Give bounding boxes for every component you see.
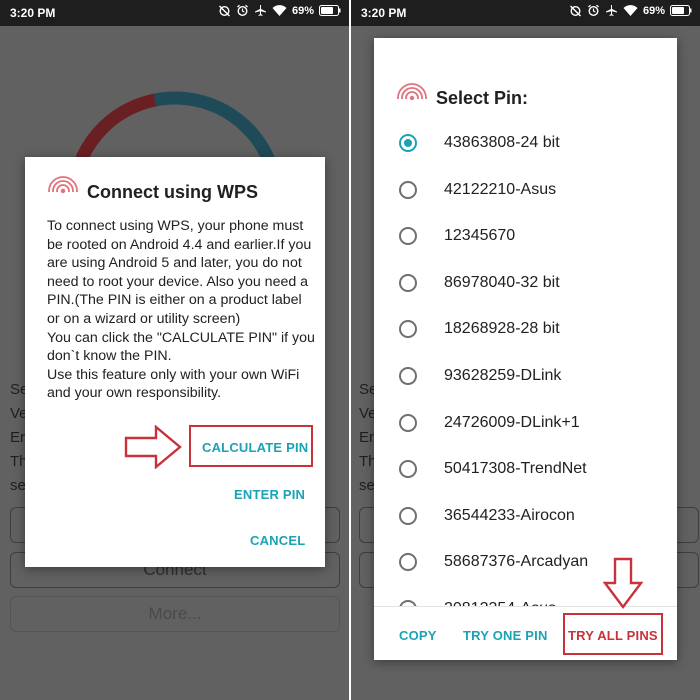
dialog-title: Select Pin: bbox=[436, 88, 529, 108]
pin-item[interactable]: 36544233-Airocon bbox=[374, 493, 677, 539]
bg-text-line: se bbox=[359, 477, 375, 494]
status-icons: 69% bbox=[569, 4, 692, 17]
calculate-pin-button[interactable]: CALCULATE PIN bbox=[202, 440, 308, 455]
radio-button[interactable] bbox=[399, 553, 417, 571]
dialog-action-bar: COPY TRY ONE PIN TRY ALL PINS bbox=[374, 606, 677, 660]
right-screen: 3:20 PM 69% Se Ve Er Th se Select Pin: 4… bbox=[351, 0, 700, 700]
status-time: 3:20 PM bbox=[10, 6, 56, 20]
wps-icon bbox=[47, 176, 79, 207]
wps-dialog: Connect using WPS To connect using WPS, … bbox=[25, 157, 325, 567]
pin-item[interactable]: 50417308-TrendNet bbox=[374, 446, 677, 492]
battery-percent: 69% bbox=[291, 4, 314, 17]
radio-button[interactable] bbox=[399, 274, 417, 292]
status-bar: 3:20 PM 69% bbox=[0, 0, 349, 26]
pin-label: 42122210-Asus bbox=[444, 181, 557, 198]
pin-item[interactable]: 24726009-DLink+1 bbox=[374, 400, 677, 446]
more-button[interactable]: More... bbox=[10, 596, 340, 632]
try-one-pin-button[interactable]: TRY ONE PIN bbox=[463, 628, 548, 643]
status-icons: 69% bbox=[218, 4, 341, 17]
arrow-right-icon bbox=[124, 425, 182, 469]
bg-text-line: Er bbox=[10, 429, 25, 446]
left-screen: 3:20 PM 69% Se Ve Er Th se Connect More.… bbox=[0, 0, 349, 700]
alarm-off-icon bbox=[218, 5, 230, 17]
pin-label: 50417308-TrendNet bbox=[444, 460, 587, 477]
pin-label: 18268928-28 bit bbox=[444, 320, 560, 337]
pin-item[interactable]: 42122210-Asus bbox=[374, 167, 677, 213]
bg-text-line: Er bbox=[359, 429, 374, 446]
pin-item[interactable]: 12345670 bbox=[374, 213, 677, 259]
pin-label: 86978040-32 bit bbox=[444, 274, 560, 291]
radio-button[interactable] bbox=[399, 507, 417, 525]
status-time: 3:20 PM bbox=[361, 6, 407, 20]
radio-button[interactable] bbox=[399, 367, 417, 385]
pin-item[interactable]: 86978040-32 bit bbox=[374, 260, 677, 306]
battery-icon bbox=[319, 5, 341, 16]
alarm-icon bbox=[588, 4, 599, 17]
bg-text-line: se bbox=[10, 477, 26, 494]
enter-pin-button[interactable]: ENTER PIN bbox=[234, 487, 305, 502]
airplane-icon bbox=[254, 5, 266, 16]
wifi-icon bbox=[623, 5, 638, 16]
pin-label: 36544233-Airocon bbox=[444, 507, 575, 524]
pin-label: 58687376-Arcadyan bbox=[444, 553, 589, 570]
radio-button[interactable] bbox=[399, 320, 417, 338]
airplane-icon bbox=[605, 5, 617, 16]
arrow-down-icon bbox=[603, 557, 643, 609]
status-bar: 3:20 PM 69% bbox=[351, 0, 700, 26]
pin-label: 24726009-DLink+1 bbox=[444, 414, 580, 431]
try-all-pins-button[interactable]: TRY ALL PINS bbox=[568, 628, 658, 643]
pin-label: 12345670 bbox=[444, 227, 516, 244]
alarm-off-icon bbox=[569, 5, 581, 17]
pin-item[interactable]: 18268928-28 bit bbox=[374, 306, 677, 352]
radio-button[interactable] bbox=[399, 181, 417, 199]
dialog-message: To connect using WPS, your phone must be… bbox=[47, 218, 315, 402]
battery-percent: 69% bbox=[642, 4, 665, 17]
alarm-icon bbox=[237, 4, 248, 17]
pin-item[interactable]: 93628259-DLink bbox=[374, 353, 677, 399]
dialog-title: Connect using WPS bbox=[87, 182, 258, 202]
radio-button[interactable] bbox=[399, 227, 417, 245]
copy-button[interactable]: COPY bbox=[399, 628, 437, 643]
battery-icon bbox=[670, 5, 692, 16]
wps-icon bbox=[396, 83, 428, 114]
pin-label: 43863808-24 bit bbox=[444, 134, 560, 151]
radio-button[interactable] bbox=[399, 414, 417, 432]
wifi-icon bbox=[272, 5, 287, 16]
pin-label: 93628259-DLink bbox=[444, 367, 562, 384]
radio-button[interactable] bbox=[399, 134, 417, 152]
pin-item[interactable]: 43863808-24 bit bbox=[374, 120, 677, 166]
radio-button[interactable] bbox=[399, 460, 417, 478]
cancel-button[interactable]: CANCEL bbox=[250, 533, 305, 548]
